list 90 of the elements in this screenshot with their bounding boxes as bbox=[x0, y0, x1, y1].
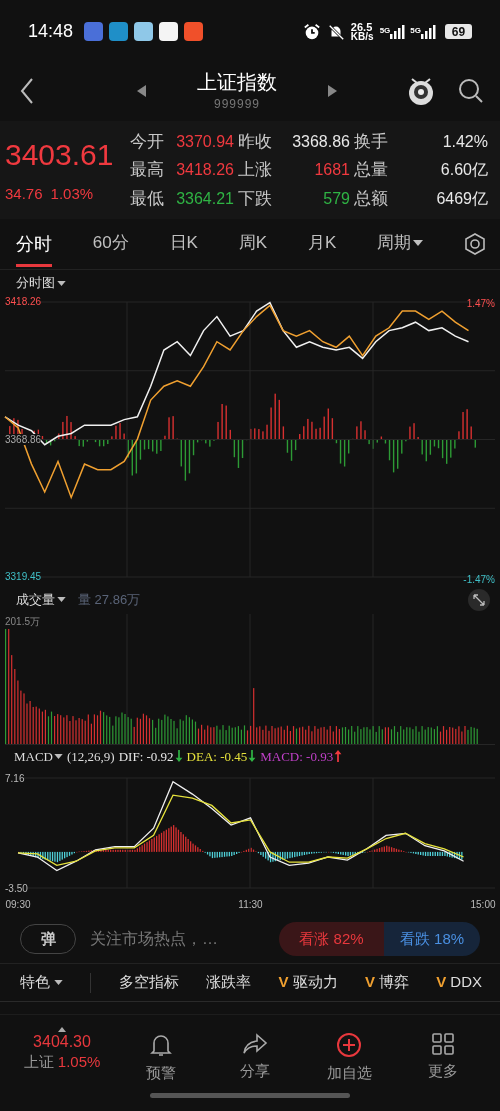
stat-label: 最高 bbox=[130, 159, 164, 182]
app-notification-icon bbox=[84, 22, 104, 42]
stat-label: 上涨 bbox=[238, 159, 273, 182]
stat-value: 1681 bbox=[313, 160, 351, 181]
stat-label: 昨收 bbox=[238, 130, 273, 153]
feature-tab[interactable]: 涨跌率 bbox=[206, 971, 252, 994]
previous-icon[interactable] bbox=[137, 84, 147, 97]
search-icon[interactable] bbox=[458, 77, 484, 104]
feature-tab[interactable]: 多空指标 bbox=[118, 971, 179, 994]
period-tab[interactable]: 周K bbox=[238, 220, 268, 268]
indicator-value: DEA: -0.45 bbox=[186, 747, 248, 766]
stat-value: 3370.94 bbox=[175, 131, 235, 152]
stat-label: 今开 bbox=[130, 130, 164, 153]
axis-label: -1.47% bbox=[463, 572, 495, 587]
bullish-vote-button[interactable]: 看涨 82% bbox=[279, 922, 384, 957]
battery-indicator: 69 bbox=[445, 24, 472, 40]
stat-value: 579 bbox=[322, 188, 351, 209]
nav-button[interactable]: 分享 bbox=[220, 1026, 290, 1083]
time-label: 09:30 bbox=[4, 898, 32, 913]
network-type: 5G bbox=[379, 24, 391, 37]
grid-icon bbox=[431, 1031, 455, 1056]
axis-label: 201.5万 bbox=[5, 614, 41, 630]
axis-label: 3368.86 bbox=[5, 433, 42, 445]
stat-value: 3418.26 bbox=[175, 160, 235, 181]
settings-icon[interactable] bbox=[463, 233, 486, 256]
indicator-selector[interactable]: 成交量 bbox=[16, 589, 66, 610]
axis-label: 7.16 bbox=[5, 772, 25, 784]
stat-label: 换手 bbox=[354, 130, 389, 153]
stat-label: 最低 bbox=[130, 187, 164, 210]
feature-tab[interactable]: V DDX bbox=[436, 971, 482, 994]
indicator-value: DIF: -0.92 bbox=[118, 747, 174, 766]
stat-value: 1.42% bbox=[441, 131, 489, 152]
nav-button[interactable]: 预警 bbox=[126, 1026, 196, 1085]
dropdown-icon bbox=[54, 753, 63, 759]
stat-value: 3364.21 bbox=[175, 188, 235, 209]
feature-tab[interactable]: V 驱动力 bbox=[278, 971, 338, 994]
stat-label: 下跌 bbox=[238, 187, 273, 210]
nav-button[interactable]: 更多 bbox=[408, 1026, 478, 1083]
period-tab[interactable]: 60分 bbox=[92, 220, 129, 268]
next-icon[interactable] bbox=[327, 84, 337, 97]
index-title: 上证指数 bbox=[197, 69, 277, 95]
app-notification-icon bbox=[109, 22, 129, 42]
bearish-vote-button[interactable]: 看跌 18% bbox=[384, 922, 480, 957]
dropdown-icon bbox=[57, 280, 66, 286]
axis-label: 3319.45 bbox=[5, 571, 42, 583]
muted-bell-icon bbox=[326, 22, 345, 41]
network-type: 5G bbox=[410, 24, 421, 37]
period-tab[interactable]: 日K bbox=[169, 220, 198, 268]
index-quote-button[interactable]: 3404.30 上证 1.05% bbox=[22, 1026, 102, 1072]
signal-icon bbox=[421, 24, 437, 39]
status-time: 14:48 bbox=[28, 20, 74, 44]
feature-tab[interactable]: V 博弈 bbox=[364, 971, 409, 994]
stat-value: 6.60亿 bbox=[439, 160, 489, 181]
indicator-selector[interactable]: MACD bbox=[14, 746, 63, 766]
comment-hint[interactable]: 关注市场热点，… bbox=[90, 927, 218, 952]
last-price: 3403.61 bbox=[5, 136, 115, 173]
app-notification-icon bbox=[134, 22, 154, 42]
caret-up-icon bbox=[58, 1026, 66, 1032]
network-speed: 26.5 bbox=[350, 21, 374, 32]
expand-icon[interactable] bbox=[468, 588, 490, 611]
app-notification-icon bbox=[159, 22, 179, 42]
axis-label: -3.50 bbox=[5, 882, 28, 894]
indicator-value: MACD: -0.93 bbox=[260, 747, 334, 766]
signal-icon bbox=[390, 24, 407, 39]
add-icon bbox=[336, 1031, 362, 1058]
stat-value: 6469亿 bbox=[435, 188, 489, 209]
index-code: 999999 bbox=[213, 95, 260, 113]
network-speed-unit: KB/s bbox=[350, 31, 374, 42]
indicator-params: (12,26,9) bbox=[67, 747, 115, 766]
axis-label: 1.47% bbox=[466, 296, 495, 311]
alarm-clock-icon bbox=[302, 22, 321, 41]
dropdown-icon bbox=[57, 597, 66, 603]
app-notification-icon bbox=[184, 22, 204, 42]
nav-button[interactable]: 加自选 bbox=[314, 1026, 384, 1085]
period-tab[interactable]: 周期 bbox=[377, 220, 424, 268]
stat-label: 总额 bbox=[354, 187, 389, 210]
volume-reading: 量 27.86万 bbox=[78, 590, 141, 609]
price-change-percent: 1.03% bbox=[50, 183, 94, 204]
axis-label: 3418.26 bbox=[5, 296, 42, 308]
share-icon bbox=[242, 1031, 268, 1056]
feature-tab[interactable]: 特色 bbox=[20, 971, 63, 994]
time-label: 11:30 bbox=[237, 898, 264, 913]
price-change: 34.76 bbox=[5, 183, 43, 204]
time-label: 15:00 bbox=[469, 898, 497, 913]
dropdown-icon bbox=[413, 239, 424, 246]
period-tab[interactable]: 分时 bbox=[16, 221, 52, 267]
stat-value: 3368.86 bbox=[291, 131, 351, 152]
stat-label: 总量 bbox=[354, 159, 389, 182]
period-tab[interactable]: 月K bbox=[307, 220, 337, 268]
chart-type-selector[interactable]: 分时图 bbox=[16, 273, 66, 293]
